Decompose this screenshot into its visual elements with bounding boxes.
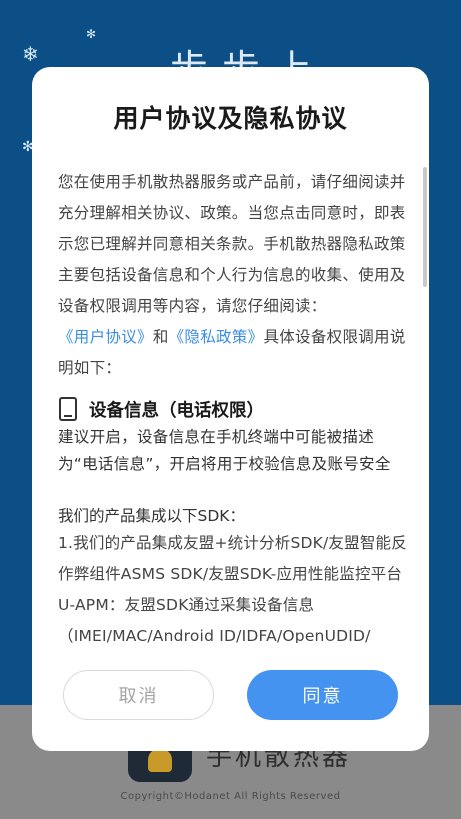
- user-agreement-link[interactable]: 《用户协议》: [58, 328, 153, 346]
- intro-paragraph: 您在使用手机散热器服务或产品前，请仔细阅读并充分理解相关协议、政策。当您点击同意…: [58, 167, 408, 384]
- agree-button[interactable]: 同意: [247, 670, 398, 720]
- permission-title: 设备信息（电话权限）: [89, 400, 264, 421]
- cancel-button[interactable]: 取消: [63, 670, 214, 720]
- phone-icon: [59, 397, 77, 421]
- sdk-heading: 我们的产品集成以下SDK：: [58, 507, 245, 525]
- dialog-scroll-content[interactable]: 您在使用手机散热器服务或产品前，请仔细阅读并充分理解相关协议、政策。当您点击同意…: [58, 167, 408, 643]
- intro-text: 您在使用手机散热器服务或产品前，请仔细阅读并充分理解相关协议、政策。当您点击同意…: [58, 173, 406, 315]
- sdk-description: 1.我们的产品集成友盟+统计分析SDK/友盟智能反作弊组件ASMS SDK/友盟…: [58, 534, 407, 643]
- permission-heading: 设备信息（电话权限）: [58, 394, 408, 424]
- copyright-text: Copyright©Hodanet All Rights Reserved: [120, 791, 341, 802]
- and-text: 和: [152, 328, 169, 346]
- dialog-title: 用户协议及隐私协议: [113, 104, 348, 133]
- dialog-scrollbar[interactable]: [423, 167, 427, 287]
- permission-description: 建议开启，设备信息在手机终端中可能被描述为“电话信息”，开启将用于校验信息及账号…: [58, 428, 391, 473]
- privacy-dialog: 用户协议及隐私协议 您在使用手机散热器服务或产品前，请仔细阅读并充分理解相关协议…: [32, 67, 429, 751]
- privacy-policy-link[interactable]: 《隐私政策》: [169, 328, 264, 346]
- snowflake-icon: ❄: [22, 42, 39, 66]
- snowflake-icon: ✻: [86, 27, 97, 41]
